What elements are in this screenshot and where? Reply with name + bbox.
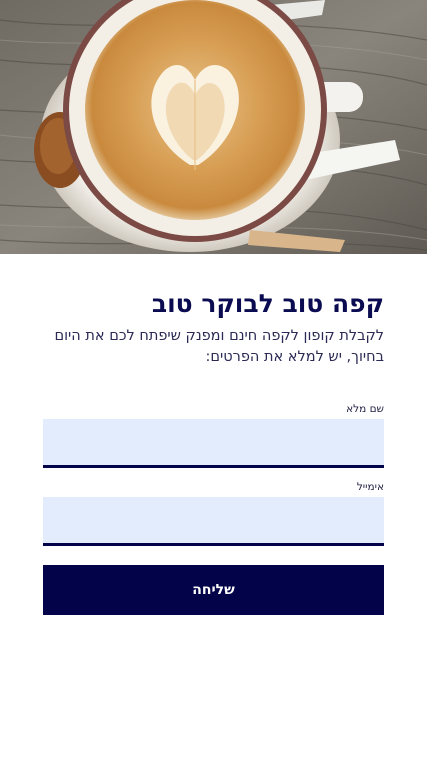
full-name-label: שם מלא bbox=[346, 403, 384, 415]
submit-button[interactable]: שליחה bbox=[43, 565, 384, 615]
full-name-field-group: שם מלא bbox=[43, 402, 384, 468]
email-input[interactable] bbox=[43, 497, 384, 546]
page-title: קפה טוב לבוקר טוב bbox=[151, 289, 384, 318]
form-description: לקבלת קופון לקפה חינם ומפנק שיפתח לכם את… bbox=[54, 328, 384, 365]
email-label: אימייל bbox=[356, 481, 384, 493]
hero-image bbox=[0, 0, 427, 254]
landing-page: קפה טוב לבוקר טוב לקבלת קופון לקפה חינם … bbox=[0, 0, 427, 771]
full-name-input[interactable] bbox=[43, 419, 384, 468]
coupon-form: קפה טוב לבוקר טוב לקבלת קופון לקפה חינם … bbox=[43, 286, 384, 615]
coffee-cup-photo bbox=[0, 0, 427, 254]
email-field-group: אימייל bbox=[43, 480, 384, 546]
